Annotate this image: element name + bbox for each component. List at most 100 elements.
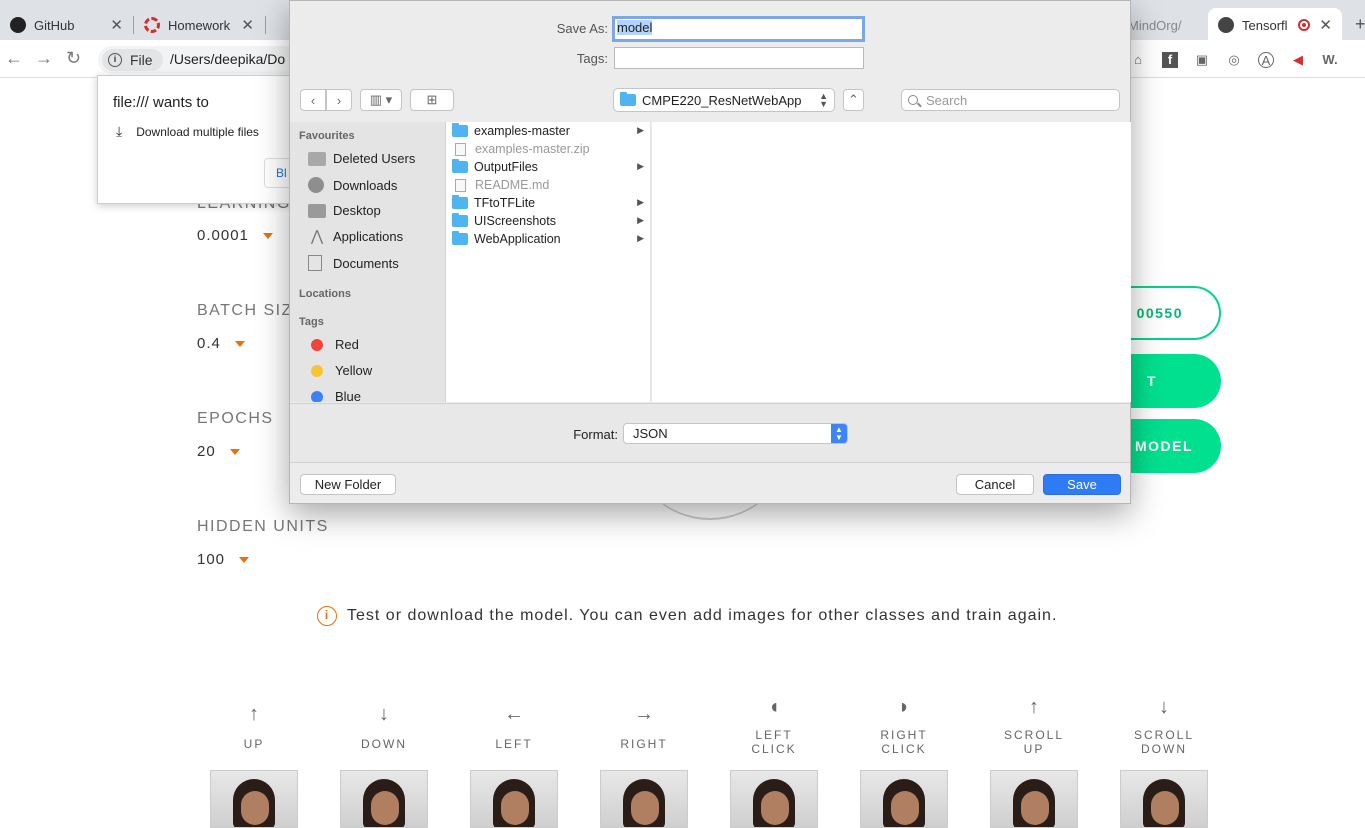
control-scroll-down[interactable]: ↓ SCROLL DOWN	[1119, 696, 1209, 756]
value-text: 0.4	[197, 335, 221, 352]
tab-github[interactable]: GitHub ✕	[0, 8, 133, 42]
folder-icon	[452, 231, 468, 245]
filename-input[interactable]: model	[612, 16, 865, 42]
webcam-thumbnail[interactable]	[1120, 770, 1208, 828]
permission-item: ⤓ Download multiple files	[116, 123, 259, 140]
sidebar-tag-yellow[interactable]: Yellow	[308, 363, 372, 378]
new-folder-icon[interactable]: ⊞	[410, 89, 454, 111]
collapse-chevron-icon[interactable]: ⌃	[843, 89, 864, 111]
back-icon[interactable]: ‹	[300, 89, 326, 111]
param-value-learning-rate[interactable]: 0.0001	[197, 227, 273, 244]
format-select[interactable]: JSON ▲ ▼	[623, 423, 848, 444]
file-row-tftotflite[interactable]: TFtoTFLite ▶	[452, 194, 648, 212]
tab-tensorflow[interactable]: Tensorfl ✕	[1208, 8, 1342, 42]
control-right[interactable]: → RIGHT	[599, 703, 689, 751]
left-click-icon: ◖	[767, 696, 781, 718]
folder-icon	[452, 195, 468, 209]
webcam-thumbnail[interactable]	[600, 770, 688, 828]
param-value-epochs[interactable]: 20	[197, 443, 240, 460]
translate-icon[interactable]: A	[1258, 52, 1274, 68]
control-label: LEFT CLICK	[751, 728, 797, 756]
file-row-uiscreenshots[interactable]: UIScreenshots ▶	[452, 212, 648, 230]
tab-homework[interactable]: Homework ✕	[134, 8, 264, 42]
sidebar-item-deleted-users[interactable]: Deleted Users	[308, 151, 415, 166]
param-value-batch-size[interactable]: 0.4	[197, 335, 245, 352]
webcam-thumbnail[interactable]	[470, 770, 558, 828]
forward-icon[interactable]: ›	[326, 89, 352, 111]
new-tab-icon[interactable]: +	[1355, 14, 1365, 35]
control-label: LEFT	[495, 737, 533, 751]
close-icon[interactable]: ✕	[241, 16, 254, 34]
new-folder-button[interactable]: New Folder	[300, 474, 396, 495]
close-icon[interactable]: ✕	[1319, 16, 1332, 34]
control-left[interactable]: ← LEFT	[469, 703, 559, 751]
forward-icon[interactable]: →	[35, 48, 53, 69]
file-row-examples-master[interactable]: examples-master ▶	[452, 122, 648, 140]
info-message: i Test or download the model. You can ev…	[317, 606, 1057, 626]
favourites-header: Favourites	[299, 130, 355, 142]
blue-tag-icon	[311, 390, 323, 402]
file-name: UIScreenshots	[474, 214, 556, 228]
control-scroll-up[interactable]: ↑ SCROLL UP	[989, 696, 1079, 756]
webcam-thumbnail[interactable]	[730, 770, 818, 828]
tab-title: MindOrg/	[1128, 17, 1182, 33]
sidebar-item-documents[interactable]: Documents	[308, 255, 399, 271]
red-tag-icon	[311, 338, 323, 351]
param-label-epochs: EPOCHS	[197, 410, 274, 427]
save-button[interactable]: Save	[1043, 474, 1121, 495]
tab-title: Tensorfl	[1242, 17, 1288, 33]
search-field[interactable]: Search	[901, 89, 1120, 111]
control-right-click[interactable]: ◗ RIGHT CLICK	[859, 696, 949, 756]
extension-icon[interactable]: ⌂	[1130, 52, 1146, 68]
sidebar-tag-red[interactable]: Red	[308, 337, 359, 352]
chevron-right-icon: ▶	[637, 215, 644, 225]
sidebar-item-label: Deleted Users	[333, 151, 416, 166]
location-popup[interactable]: CMPE220_ResNetWebApp ▲ ▼	[613, 88, 835, 112]
face-shape	[501, 791, 529, 825]
site-info-chip[interactable]: i File	[102, 49, 163, 71]
file-column: examples-master ▶ examples-master.zip Out…	[446, 122, 651, 402]
sidebar-item-desktop[interactable]: Desktop	[308, 203, 381, 218]
back-icon[interactable]: ←	[5, 48, 23, 69]
webcam-thumbnail[interactable]	[990, 770, 1078, 828]
file-row-readme[interactable]: README.md	[452, 176, 648, 194]
control-up[interactable]: ↑ UP	[209, 703, 299, 751]
info-icon: i	[317, 606, 337, 626]
reload-icon[interactable]: ↻	[66, 48, 81, 69]
tag-label: Red	[335, 337, 359, 352]
webcam-thumbnail[interactable]	[860, 770, 948, 828]
tags-input[interactable]	[614, 47, 864, 69]
address-bar[interactable]: i File /Users/deepika/Do	[98, 46, 298, 74]
value-text: 0.0001	[197, 227, 249, 244]
close-icon[interactable]: ✕	[110, 16, 123, 34]
file-row-webapplication[interactable]: WebApplication ▶	[452, 230, 648, 248]
param-value-hidden-units[interactable]: 100	[197, 551, 250, 568]
down-icon: ↓	[379, 703, 389, 725]
control-left-click[interactable]: ◖ LEFT CLICK	[729, 696, 819, 756]
control-label: UP	[243, 737, 265, 751]
control-down[interactable]: ↓ DOWN	[339, 703, 429, 751]
file-icon	[455, 178, 466, 192]
sidebar-item-applications[interactable]: ⋀ Applications	[308, 229, 403, 245]
folder-icon	[452, 213, 468, 227]
sidebar-item-downloads[interactable]: Downloads	[308, 177, 397, 193]
value-text: 100	[197, 551, 226, 568]
globe-icon	[1218, 17, 1234, 33]
extension-icon[interactable]: ▣	[1194, 52, 1210, 68]
facebook-icon[interactable]: f	[1162, 52, 1178, 68]
dropdown-caret-icon	[239, 557, 250, 564]
downloads-icon	[308, 177, 324, 193]
tab-mindorg[interactable]: MindOrg/	[1118, 8, 1208, 42]
sidebar-tag-blue[interactable]: Blue	[308, 389, 361, 402]
cancel-button[interactable]: Cancel	[956, 474, 1034, 495]
param-label-batch-size: BATCH SIZ	[197, 302, 293, 319]
file-row-examples-master-zip[interactable]: examples-master.zip	[452, 140, 648, 158]
webcam-thumbnail[interactable]	[340, 770, 428, 828]
megaphone-icon[interactable]: ◀	[1290, 52, 1306, 68]
extension-icon[interactable]: ◎	[1226, 52, 1242, 68]
extension-icon[interactable]: W.	[1322, 52, 1338, 68]
webcam-thumbnail[interactable]	[210, 770, 298, 828]
file-row-outputfiles[interactable]: OutputFiles ▶	[452, 158, 648, 176]
view-columns-icon[interactable]: ▥ ▾	[360, 89, 402, 111]
left-icon: ←	[504, 703, 524, 725]
